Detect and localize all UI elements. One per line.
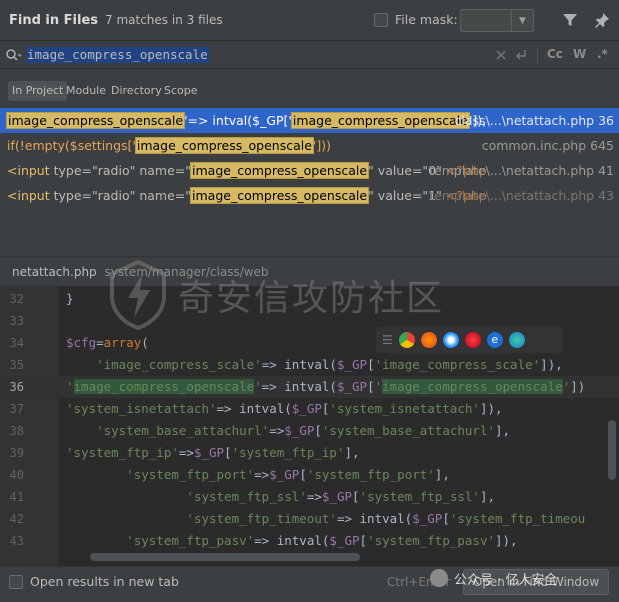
edge-icon[interactable] (508, 332, 525, 348)
match-highlight: image_compress_openscale (290, 112, 470, 129)
result-text: type="radio" name=" (49, 163, 192, 178)
code-text: } (66, 291, 74, 306)
wechat-overlay: 公众号 · 亿人安全 (430, 566, 606, 590)
line-number: 38 (9, 424, 24, 438)
result-text: '=> intval($_GP[' (184, 113, 292, 128)
search-icon[interactable] (5, 48, 21, 62)
wechat-icon (430, 569, 448, 587)
result-text: '])) (312, 138, 331, 153)
result-row[interactable]: if(!empty($settings['image_compress_open… (0, 133, 619, 158)
line-number: 36 (9, 380, 24, 394)
code-line: 39'system_ftp_ip'=>$_GP['system_ftp_ip']… (0, 442, 619, 464)
result-tag: <input (7, 188, 50, 203)
results-list: image_compress_openscale'=> intval($_GP[… (0, 106, 619, 256)
line-number: 32 (9, 292, 24, 306)
code-line: 40 'system_ftp_port'=>$_GP['system_ftp_p… (0, 464, 619, 486)
regex-button[interactable]: .* (597, 47, 608, 61)
clear-icon[interactable] (495, 49, 507, 61)
search-row: image_compress_openscale Cc W .* (0, 40, 619, 69)
line-number: 39 (9, 446, 24, 460)
code-line: 37'system_isnetattach'=> intval($_GP['sy… (0, 398, 619, 420)
divider (537, 47, 538, 64)
preview-file-name: netattach.php (12, 265, 97, 279)
whole-words-button[interactable]: W (573, 47, 586, 61)
wechat-text: 公众号 · 亿人安全 (454, 572, 558, 588)
chevron-down-icon[interactable]: ▼ (511, 10, 533, 31)
file-mask-checkbox[interactable] (374, 12, 388, 27)
safari-icon[interactable] (442, 332, 459, 348)
ie-icon[interactable]: e (486, 332, 503, 348)
open-in-new-tab-toggle[interactable]: Open results in new tab (9, 574, 179, 589)
match-highlight: image_compress_openscale (190, 162, 370, 179)
file-mask-combo[interactable]: ▼ (460, 9, 534, 32)
code-line: 38 'system_base_attachurl'=>$_GP['system… (0, 420, 619, 442)
watermark: 奇安信攻防社区 (108, 256, 528, 334)
line-number: 34 (9, 336, 24, 350)
line-number: 40 (9, 468, 24, 482)
chrome-icon[interactable] (398, 332, 415, 348)
tab-scope[interactable]: Scope (164, 81, 198, 101)
watermark-text: 奇安信攻防社区 (178, 278, 445, 319)
result-row[interactable]: image_compress_openscale'=> intval($_GP[… (0, 108, 619, 133)
match-count: 7 matches in 3 files (105, 13, 223, 27)
result-location: template\...\netattach.php 41 (429, 163, 614, 178)
code-line: 42 'system_ftp_timeout'=> intval($_GP['s… (0, 508, 619, 530)
result-location: common.inc.php 645 (481, 138, 614, 153)
lightning-shield-icon (110, 260, 166, 330)
vertical-scrollbar[interactable] (608, 420, 616, 480)
result-text: type="radio" name=" (49, 188, 192, 203)
match-highlight: image_compress_openscale (190, 187, 370, 204)
line-number: 35 (9, 358, 24, 372)
line-number: 41 (9, 490, 24, 504)
line-number: 42 (9, 512, 24, 526)
filter-icon[interactable] (562, 12, 578, 28)
tab-directory[interactable]: Directory (111, 81, 162, 101)
firefox-icon[interactable] (420, 332, 437, 348)
opera-icon[interactable] (464, 332, 481, 348)
file-mask-label: File mask: (395, 12, 458, 27)
result-row[interactable]: <input type="radio" name="image_compress… (0, 183, 619, 208)
menu-lines-icon[interactable]: ☰ (382, 333, 393, 347)
result-location: class\...\netattach.php 36 (454, 113, 614, 128)
tab-module[interactable]: Module (66, 81, 106, 101)
line-number: 37 (9, 402, 24, 416)
dialog-title: Find in Files (9, 12, 99, 28)
code-line: 35 'image_compress_scale'=> intval($_GP[… (0, 354, 619, 376)
code-line-current: 36'image_compress_openscale'=> intval($_… (0, 376, 619, 398)
result-tag: <input (7, 163, 50, 178)
line-number: 43 (9, 534, 24, 548)
search-input[interactable]: image_compress_openscale (26, 47, 209, 63)
match-highlight: image_compress_openscale (5, 112, 186, 129)
open-in-new-tab-label: Open results in new tab (30, 574, 179, 589)
pin-icon[interactable] (594, 12, 610, 28)
result-text: if(!empty($settings[' (7, 138, 136, 153)
match-highlight: image_compress_openscale (134, 137, 314, 154)
open-in-new-tab-checkbox[interactable] (9, 574, 23, 589)
code-line: 43 'system_ftp_pasv'=> intval($_GP['syst… (0, 530, 619, 552)
tab-in-project[interactable]: In Project (8, 81, 68, 101)
code-line: 41 'system_ftp_ssl'=>$_GP['system_ftp_ss… (0, 486, 619, 508)
newline-icon[interactable] (514, 48, 528, 62)
match-case-button[interactable]: Cc (547, 47, 563, 61)
result-row[interactable]: <input type="radio" name="image_compress… (0, 158, 619, 183)
line-number: 33 (9, 314, 24, 328)
file-mask-toggle[interactable]: File mask: (374, 12, 458, 27)
result-location: template\...\netattach.php 43 (429, 188, 614, 203)
horizontal-scrollbar[interactable] (90, 553, 360, 561)
